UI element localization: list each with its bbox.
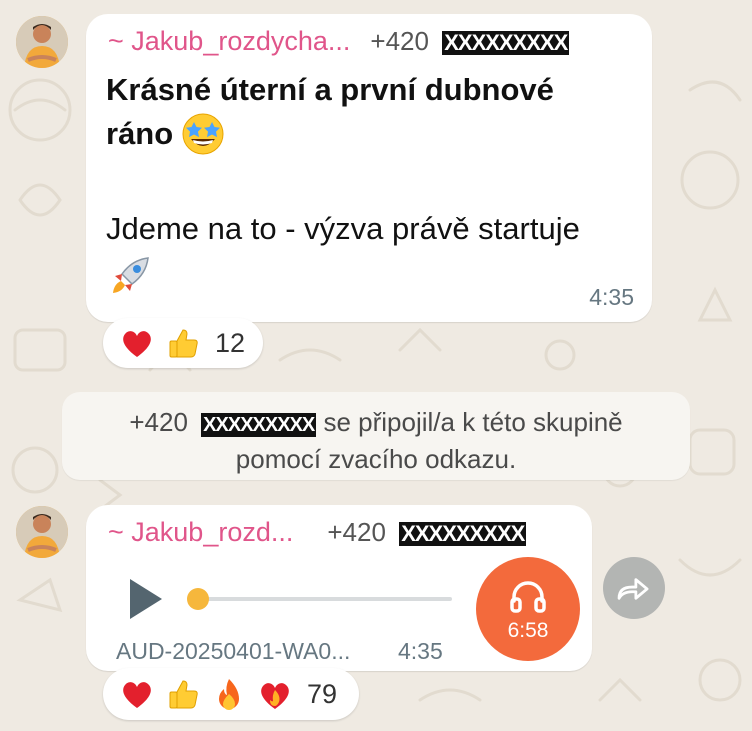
system-message-line: +420 XXXXXXXXX se připojil/a k této skup… xyxy=(62,404,690,441)
redacted-phone-number: XXXXXXXXX xyxy=(399,521,527,546)
message-bubble: ~ Jakub_rozdycha... +420 XXXXXXXXX Krásn… xyxy=(86,14,652,322)
audio-duration: 6:58 xyxy=(507,619,549,642)
fire-icon xyxy=(211,676,247,712)
reaction-count: 79 xyxy=(307,678,338,709)
system-phone-prefix: +420 xyxy=(129,407,188,437)
sender-name[interactable]: ~ Jakub_rozdycha... xyxy=(108,26,350,57)
sender-header: ~ Jakub_rozdycha... +420 XXXXXXXXX xyxy=(108,26,570,57)
message-line: ráno xyxy=(106,116,174,151)
redacted-phone-number: XXXXXXXXX xyxy=(201,413,317,437)
heart-icon xyxy=(119,676,155,712)
sender-phone: +420 XXXXXXXXX xyxy=(370,26,570,57)
audio-file-name: AUD-20250401-WA0... xyxy=(116,638,351,664)
audio-avatar-headphones[interactable]: 6:58 xyxy=(476,557,580,661)
system-message-suffix: se připojil/a k této skupině xyxy=(323,407,623,437)
sender-name[interactable]: ~ Jakub_rozd... xyxy=(108,517,293,548)
reactions-pill[interactable]: 12 xyxy=(103,318,263,368)
audio-progress-knob[interactable] xyxy=(187,588,209,610)
message-line: Krásné úterní a první dubnové xyxy=(106,72,554,107)
thumbs-up-icon xyxy=(165,676,201,712)
system-message: +420 XXXXXXXXX se připojil/a k této skup… xyxy=(62,392,690,480)
sender-phone-prefix: +420 xyxy=(370,26,429,56)
message-text: Krásné úterní a první dubnové ráno xyxy=(106,68,636,156)
sender-header: ~ Jakub_rozd... +420 XXXXXXXXX xyxy=(108,517,527,548)
message-time: 4:35 xyxy=(589,284,634,310)
message-line: Jdeme na to - výzva právě startuje xyxy=(106,211,580,246)
redacted-phone-number: XXXXXXXXX xyxy=(442,30,570,55)
reactions-pill[interactable]: 79 xyxy=(103,668,359,720)
thumbs-up-icon xyxy=(165,325,201,361)
sender-phone-prefix: +420 xyxy=(327,517,386,547)
sender-avatar[interactable] xyxy=(16,16,68,68)
forward-button[interactable] xyxy=(603,557,665,619)
rocket-emoji-icon xyxy=(108,252,154,298)
heart-on-fire-icon xyxy=(257,676,293,712)
star-struck-emoji-icon xyxy=(181,112,225,156)
play-button[interactable] xyxy=(128,577,164,621)
message-time: 4:35 xyxy=(398,638,443,664)
heart-icon xyxy=(119,325,155,361)
headphones-icon xyxy=(510,581,546,613)
forward-icon xyxy=(617,578,649,600)
sender-phone: +420 XXXXXXXXX xyxy=(327,517,527,548)
reaction-count: 12 xyxy=(215,327,246,358)
message-line-wrap: ráno xyxy=(106,112,636,156)
audio-progress-track[interactable] xyxy=(196,597,452,601)
system-message-line: pomocí zvacího odkazu. xyxy=(235,444,517,474)
sender-avatar[interactable] xyxy=(16,506,68,558)
audio-message-bubble: ~ Jakub_rozd... +420 XXXXXXXXX AUD-20250… xyxy=(86,505,592,671)
